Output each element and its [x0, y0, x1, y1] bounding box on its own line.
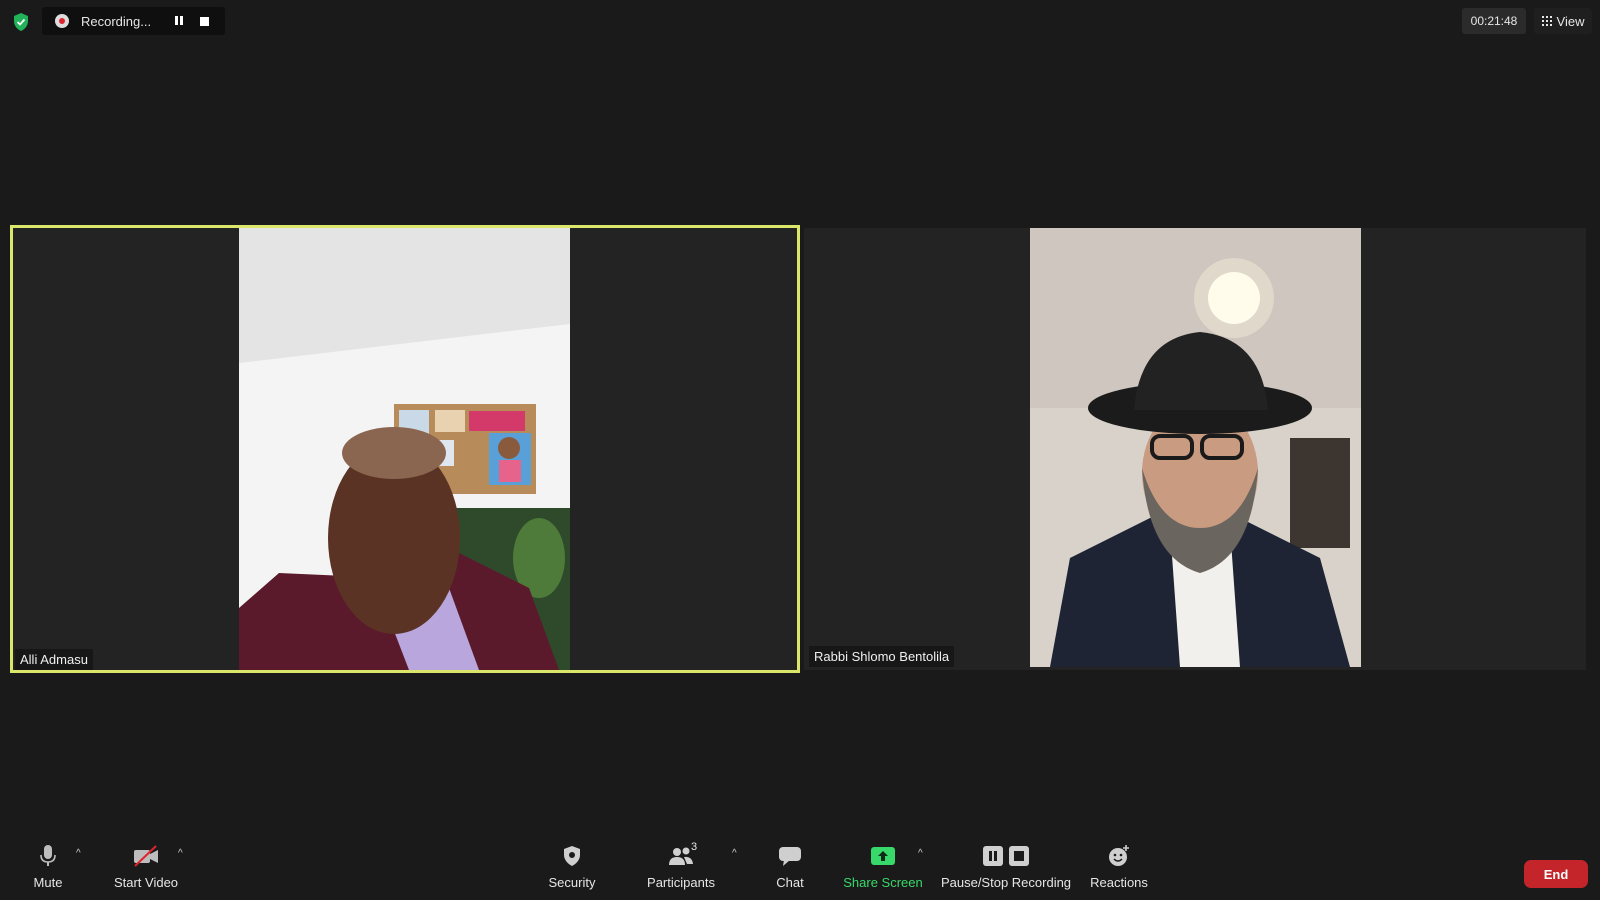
- view-button[interactable]: View: [1534, 8, 1592, 34]
- participants-label: Participants: [647, 875, 715, 890]
- security-button[interactable]: Security: [545, 842, 599, 890]
- reactions-label: Reactions: [1090, 875, 1148, 890]
- reactions-button[interactable]: Reactions: [1090, 842, 1148, 890]
- share-screen-label: Share Screen: [843, 875, 923, 890]
- chat-icon: [774, 842, 806, 870]
- chat-button[interactable]: Chat: [775, 842, 805, 890]
- record-icon: [55, 14, 69, 28]
- microphone-icon: [32, 842, 64, 870]
- view-label: View: [1556, 13, 1585, 29]
- participants-options-chevron-up-icon[interactable]: ^: [732, 848, 737, 859]
- participants-button[interactable]: 3 Participants: [647, 841, 715, 890]
- video-tile-participant-1[interactable]: Alli Admasu: [10, 225, 800, 673]
- recording-label: Recording...: [81, 13, 152, 29]
- security-shield-icon: [556, 842, 588, 870]
- participant-count: 3: [691, 841, 698, 853]
- meeting-toolbar: Mute ^ Start Video ^ Security 3 Particip…: [0, 841, 1600, 900]
- stop-recording-icon[interactable]: [200, 16, 209, 26]
- video-tile-participant-2[interactable]: Rabbi Shlomo Bentolila: [804, 228, 1586, 670]
- pause-stop-recording-button[interactable]: Pause/Stop Recording: [940, 842, 1072, 890]
- grid-icon: [1541, 16, 1552, 26]
- participant-name-tag: Rabbi Shlomo Bentolila: [809, 646, 955, 667]
- security-label: Security: [548, 875, 596, 890]
- participant-name-tag: Alli Admasu: [15, 649, 93, 670]
- reactions-icon: [1103, 842, 1135, 870]
- share-screen-icon: [867, 842, 899, 870]
- encryption-shield-icon[interactable]: [12, 12, 30, 32]
- meeting-timer: 00:21:48: [1462, 8, 1526, 34]
- recording-indicator: Recording...: [42, 7, 225, 35]
- pause-recording-icon[interactable]: [173, 15, 185, 27]
- start-video-button[interactable]: Start Video: [111, 842, 181, 890]
- video-off-icon: [130, 842, 162, 870]
- chat-label: Chat: [776, 875, 804, 890]
- share-options-chevron-up-icon[interactable]: ^: [918, 848, 923, 859]
- video-options-chevron-up-icon[interactable]: ^: [178, 848, 183, 859]
- mute-button[interactable]: Mute: [32, 842, 64, 890]
- participant-video-feed: [1030, 228, 1361, 667]
- start-video-label: Start Video: [113, 875, 179, 890]
- pause-stop-recording-icon: [981, 842, 1031, 870]
- pause-stop-recording-label: Pause/Stop Recording: [940, 875, 1072, 890]
- participants-icon: 3: [665, 841, 698, 870]
- audio-options-chevron-up-icon[interactable]: ^: [76, 848, 81, 859]
- participant-video-feed: [239, 228, 570, 670]
- mute-label: Mute: [33, 875, 63, 890]
- share-screen-button[interactable]: Share Screen: [843, 842, 923, 890]
- end-meeting-button[interactable]: End: [1524, 860, 1588, 888]
